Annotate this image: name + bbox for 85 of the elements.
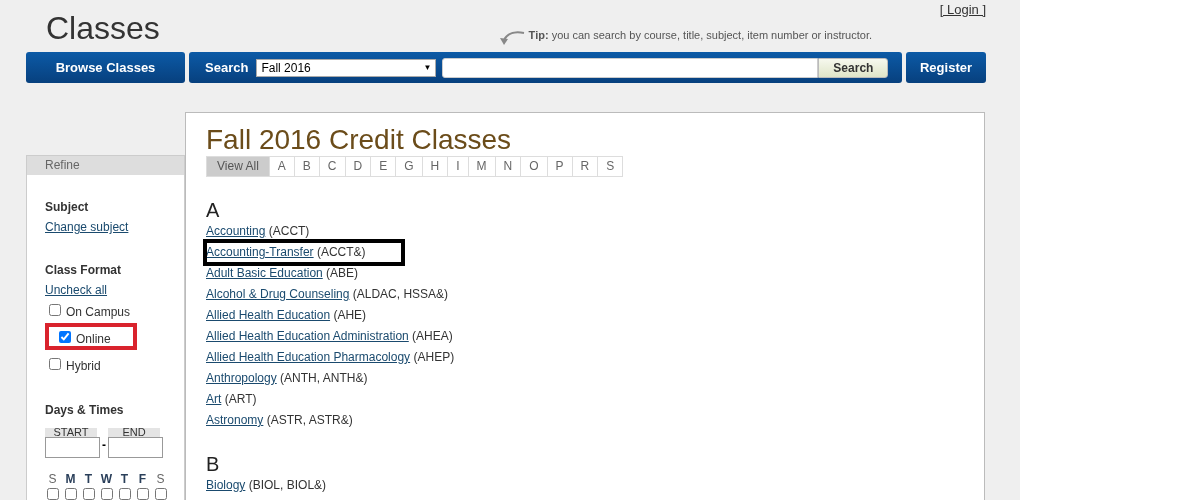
letter-tab[interactable]: A — [268, 157, 294, 176]
letter-tab[interactable]: D — [344, 157, 371, 176]
highlighted-checkbox-option[interactable]: Online — [45, 323, 137, 350]
subject-codes: (ACCT&) — [315, 245, 366, 259]
subject-link[interactable]: Accounting — [206, 224, 266, 238]
subject-codes: (AHEP) — [412, 350, 455, 364]
subject-codes: (ART) — [223, 392, 257, 406]
day-checkbox[interactable] — [136, 488, 149, 500]
start-time-field[interactable] — [45, 437, 100, 458]
checkbox-option[interactable]: Hybrid — [49, 352, 105, 375]
letter-tab[interactable]: H — [421, 157, 448, 176]
checkbox[interactable] — [59, 330, 71, 343]
subject-link[interactable]: Accounting-Transfer — [206, 245, 314, 259]
day-letter: S — [156, 472, 165, 486]
subject-codes: (ABE) — [325, 266, 359, 280]
letter-tab[interactable]: G — [395, 157, 422, 176]
letter-tab[interactable]: I — [447, 157, 468, 176]
subject-codes: (BIOL, BIOL&) — [247, 478, 327, 492]
end-time-field[interactable] — [108, 437, 163, 458]
search-field[interactable] — [442, 57, 819, 78]
section-heading: Subject — [45, 200, 90, 214]
page-title: Classes — [46, 10, 160, 48]
end-label: END — [108, 428, 160, 437]
option-label: Hybrid — [66, 359, 101, 373]
subject-link[interactable]: Allied Health Education — [206, 308, 331, 322]
subject-link[interactable]: Art — [206, 392, 222, 406]
subject-codes: (ACCT) — [267, 224, 310, 238]
day-letter: W — [100, 472, 113, 486]
day-letter: T — [84, 472, 93, 486]
letter-tab[interactable]: P — [546, 157, 572, 176]
checkbox[interactable] — [49, 357, 61, 370]
tip-text: Tip: you can search by course, title, subject, item number or instructor. — [528, 29, 872, 41]
section-heading: Days & Times — [45, 403, 125, 417]
day-letter: T — [120, 472, 129, 486]
letter-tab[interactable]: N — [494, 157, 521, 176]
letter-tab[interactable]: E — [370, 157, 396, 176]
search-button[interactable]: Search — [818, 57, 889, 78]
letter-tab[interactable]: O — [520, 157, 547, 176]
subject-link[interactable]: Biology — [206, 478, 246, 492]
checkbox-option[interactable]: On Campus — [49, 298, 135, 321]
change-subject-link[interactable]: Change subject — [45, 220, 129, 234]
search-label: Search — [205, 60, 249, 75]
curved-arrow-icon — [498, 30, 525, 46]
subject-codes: (AHE) — [332, 308, 367, 322]
subject-link[interactable]: Astronomy — [206, 413, 264, 427]
page-heading: Fall 2016 Credit Classes — [206, 125, 513, 155]
day-checkbox[interactable] — [64, 488, 77, 500]
day-letter: M — [65, 472, 76, 486]
section-letter: B — [206, 453, 221, 475]
refine-header: Refine — [27, 156, 184, 175]
subject-codes: (ALDAC, HSSA&) — [351, 287, 449, 301]
day-letter: F — [138, 472, 147, 486]
option-label: Online — [76, 332, 111, 346]
option-label: On Campus — [66, 305, 131, 319]
caret-icon: ▼ — [423, 63, 432, 72]
checkbox[interactable] — [49, 303, 61, 316]
subject-link[interactable]: Allied Health Education Administration — [206, 329, 409, 343]
day-checkbox[interactable] — [82, 488, 95, 500]
letter-tab[interactable]: R — [571, 157, 598, 176]
section-letter: A — [206, 199, 221, 221]
subject-codes: (ASTR, ASTR&) — [265, 413, 353, 427]
subject-link[interactable]: Adult Basic Education — [206, 266, 323, 280]
day-letter: S — [48, 472, 57, 486]
register-button[interactable]: Register — [906, 52, 986, 83]
letter-tab[interactable]: S — [597, 157, 623, 176]
section-heading: Class Format — [45, 263, 123, 277]
subject-codes: (AHEA) — [411, 329, 453, 343]
uncheck-all-link[interactable]: Uncheck all — [45, 283, 108, 297]
letter-tab[interactable]: M — [467, 157, 495, 176]
subject-link[interactable]: Allied Health Education Pharmacology — [206, 350, 411, 364]
browse-classes-button[interactable]: Browse Classes — [26, 52, 185, 83]
term-select[interactable]: Fall 2016 ▼ — [256, 58, 437, 77]
letter-tab[interactable]: C — [318, 157, 345, 176]
day-checkbox[interactable] — [154, 488, 167, 500]
day-checkbox[interactable] — [100, 488, 113, 500]
letter-tab[interactable]: B — [293, 157, 319, 176]
letter-tab[interactable]: View All — [207, 157, 269, 176]
subject-link[interactable]: Alcohol & Drug Counseling — [206, 287, 350, 301]
subject-link[interactable]: Anthropology — [206, 371, 277, 385]
login-link[interactable]: [ Login ] — [939, 2, 986, 17]
dash: - — [102, 438, 106, 452]
day-checkbox[interactable] — [118, 488, 131, 500]
subject-codes: (ANTH, ANTH&) — [279, 371, 368, 385]
day-checkbox[interactable] — [46, 488, 59, 500]
start-label: START — [45, 428, 97, 437]
